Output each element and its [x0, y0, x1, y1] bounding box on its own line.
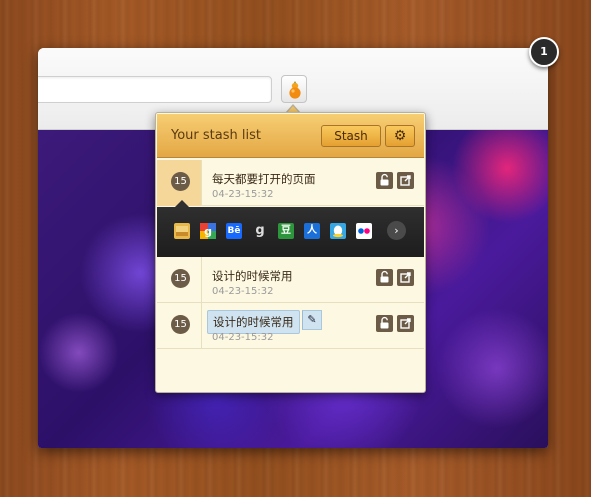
svg-text:g: g [204, 225, 212, 238]
flickr-icon[interactable] [356, 223, 372, 239]
stash-extension-button[interactable] [281, 75, 307, 103]
item-time: 04-23-15:32 [212, 286, 274, 297]
unlock-icon [380, 173, 389, 186]
stash-popup: Your stash list Stash ⚙ 15 每天都要打开的页面 04-… [155, 112, 426, 393]
edit-title-button[interactable]: ✎ [302, 310, 322, 330]
item-title[interactable]: 设计的时候常用 [212, 268, 293, 284]
external-link-icon [400, 318, 411, 329]
site-icon-strip: g Bē g 豆 人 › [157, 200, 424, 257]
item-count-badge: 15 [171, 315, 190, 334]
gear-icon: ⚙ [393, 128, 407, 144]
item-title[interactable]: 每天都要打开的页面 [212, 171, 316, 187]
renren-icon[interactable]: 人 [304, 223, 320, 239]
item-count-badge: 15 [171, 269, 190, 288]
bookmark-icon[interactable] [174, 223, 190, 239]
popup-title: Your stash list [171, 128, 261, 143]
external-link-icon [400, 175, 411, 186]
item-count-column: 15 [157, 303, 202, 349]
open-external-button[interactable] [397, 269, 414, 286]
address-bar[interactable] [38, 76, 272, 103]
unlock-icon [380, 270, 389, 283]
item-time: 04-23-15:32 [212, 189, 274, 200]
gourd-icon [289, 81, 301, 99]
open-external-button[interactable] [397, 315, 414, 332]
popup-header: Your stash list Stash ⚙ [157, 114, 424, 158]
behance-icon[interactable]: Bē [226, 223, 242, 239]
stash-item[interactable]: 15 每天都要打开的页面 04-23-15:32 [157, 160, 424, 206]
lock-button[interactable] [376, 315, 393, 332]
open-external-button[interactable] [397, 172, 414, 189]
chevron-right-icon: › [394, 224, 399, 237]
item-count-badge: 15 [171, 172, 190, 191]
qq-icon[interactable] [330, 223, 346, 239]
douban-icon[interactable]: 豆 [278, 223, 294, 239]
stash-item[interactable]: 15 设计的时候常用 04-23-15:32 [157, 257, 424, 303]
unlock-icon [380, 316, 389, 329]
item-count-column: 15 [157, 257, 202, 303]
settings-button[interactable]: ⚙ [385, 125, 415, 147]
lock-button[interactable] [376, 172, 393, 189]
goodreads-icon[interactable]: g [252, 223, 268, 239]
external-link-icon [400, 272, 411, 283]
next-icons-button[interactable]: › [387, 221, 406, 240]
lock-button[interactable] [376, 269, 393, 286]
stash-item[interactable]: 15 设计的时候常用 ✎ 04-23-15:32 [157, 303, 424, 349]
notification-badge: 1 [529, 37, 559, 67]
google-icon[interactable]: g [200, 223, 216, 239]
stash-button[interactable]: Stash [321, 125, 381, 147]
pencil-icon: ✎ [307, 313, 317, 326]
item-title-edit-field[interactable]: 设计的时候常用 [207, 310, 300, 334]
item-time: 04-23-15:32 [212, 332, 274, 343]
strip-caret [175, 200, 189, 207]
